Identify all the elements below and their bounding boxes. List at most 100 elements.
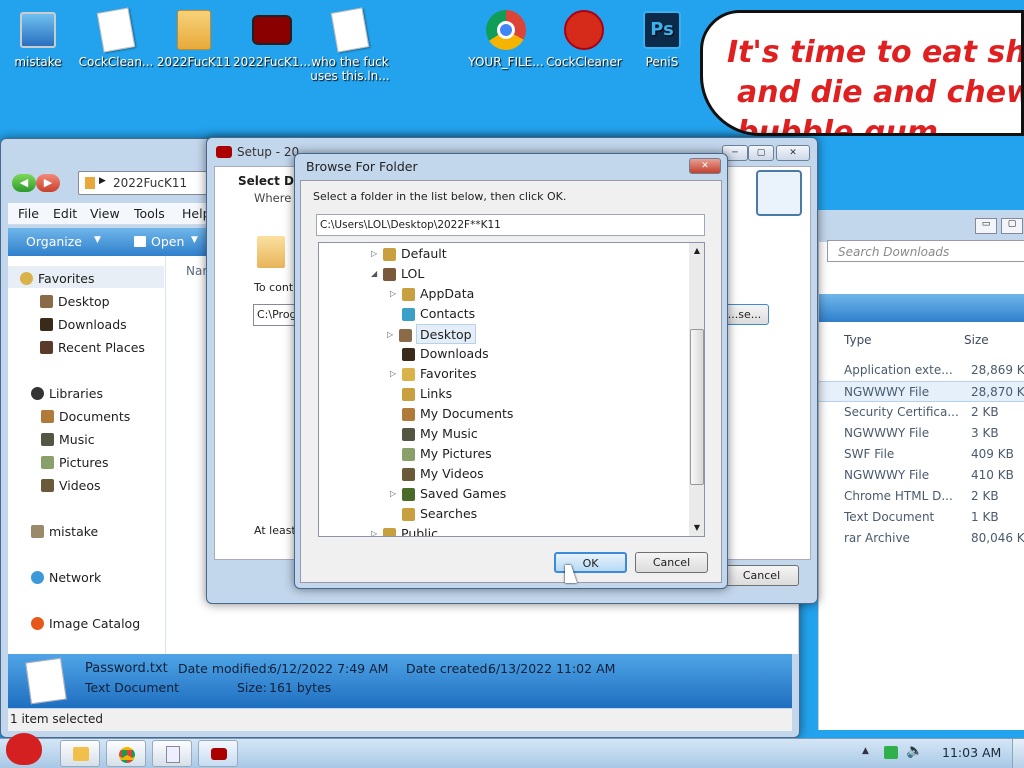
nav-documents[interactable]: Documents — [41, 409, 130, 424]
scroll-thumb[interactable] — [690, 329, 704, 485]
devil-icon — [211, 748, 227, 760]
tree-item-saved-games[interactable]: ▷ Saved Games — [390, 484, 506, 504]
organize-button[interactable]: Organize — [26, 234, 82, 249]
tree-item-my-documents[interactable]: My Documents — [402, 404, 513, 424]
nav-pictures[interactable]: Pictures — [41, 455, 109, 470]
tree-item-downloads[interactable]: Downloads — [402, 344, 489, 364]
nav-libraries[interactable]: Libraries — [31, 386, 103, 401]
tree-item-my-pictures[interactable]: My Pictures — [402, 444, 492, 464]
box-install-icon — [756, 170, 802, 216]
table-row[interactable]: NGWWWY File 410 KB — [819, 465, 1024, 486]
setup-maximize-button[interactable]: ▢ — [748, 145, 774, 161]
browse-close-button[interactable]: ✕ — [689, 158, 721, 174]
menu-edit[interactable]: Edit — [53, 206, 77, 221]
tray-expand-icon[interactable]: ▲ — [862, 746, 869, 756]
desktop-icon-item[interactable]: Ps PeniS — [622, 8, 702, 69]
browse-instruction: Select a folder in the list below, then … — [313, 190, 567, 203]
expand-arrow-icon[interactable]: ▷ — [390, 284, 400, 304]
nav-videos[interactable]: Videos — [41, 478, 101, 493]
menu-view[interactable]: View — [90, 206, 120, 221]
tree-item-appdata[interactable]: ▷ AppData — [390, 284, 474, 304]
back-button[interactable]: ◀ — [12, 174, 36, 192]
setup-cancel-button[interactable]: Cancel — [724, 565, 799, 586]
nav-music[interactable]: Music — [41, 432, 95, 447]
volume-tray-icon[interactable]: 🔈 — [906, 743, 923, 759]
desktop-icon-item[interactable]: who the fuck uses this.ln... — [310, 7, 390, 83]
nav-downloads[interactable]: Downloads — [40, 317, 127, 332]
expand-arrow-icon[interactable]: ▷ — [390, 484, 400, 504]
size-column-header[interactable]: Size — [964, 333, 989, 347]
tree-item-searches[interactable]: Searches — [402, 504, 477, 524]
tree-scrollbar[interactable]: ▲ ▼ — [689, 243, 704, 536]
nav-favorites[interactable]: Favorites — [20, 271, 94, 286]
photoshop-icon: Ps — [642, 8, 682, 52]
desktop-icon-item[interactable]: mistake — [0, 8, 78, 69]
size-value: 161 bytes — [269, 680, 332, 695]
expand-arrow-icon[interactable]: ▷ — [390, 364, 400, 384]
desktop-icon-item[interactable]: 2022FucK11 — [154, 8, 234, 69]
desktop-icon-item[interactable]: 2022FucK1... — [232, 8, 312, 69]
forward-button[interactable]: ▶ — [36, 174, 60, 192]
show-desktop-button[interactable] — [1012, 739, 1024, 768]
scroll-down-arrow[interactable]: ▼ — [689, 520, 704, 536]
expand-arrow-icon[interactable]: ▷ — [387, 325, 397, 345]
tree-item-desktop[interactable]: ▷ Desktop — [387, 324, 476, 344]
taskbar-clock[interactable]: 11:03 AM — [942, 745, 1001, 760]
open-button[interactable]: Open — [151, 234, 184, 249]
tree-item-default[interactable]: ▷ Default — [371, 244, 447, 264]
setup-title: Setup - 20 — [237, 145, 300, 159]
address-field[interactable]: ▶ 2022FucK11 — [78, 171, 218, 195]
table-row[interactable]: Text Document 1 KB — [819, 507, 1024, 528]
row-type: Text Document — [844, 510, 935, 524]
meme-line-1: It's time to eat shit — [727, 35, 1024, 70]
table-row[interactable]: Chrome HTML D... 2 KB — [819, 486, 1024, 507]
taskbar-notepad[interactable] — [152, 740, 192, 767]
type-column-header[interactable]: Type — [844, 333, 872, 347]
cancel-button[interactable]: Cancel — [635, 552, 708, 573]
nav-recent-places[interactable]: Recent Places — [40, 340, 145, 355]
tree-item-label: Public — [401, 526, 438, 537]
setup-app-icon — [216, 146, 232, 158]
tree-item-favorites[interactable]: ▷ Favorites — [390, 364, 476, 384]
network-tray-icon[interactable] — [884, 746, 898, 759]
tree-item-my-music[interactable]: My Music — [402, 424, 478, 444]
nav-image-catalog[interactable]: Image Catalog — [31, 616, 140, 631]
desktop-icon-item[interactable]: CockCleaner — [544, 8, 624, 69]
taskbar-explorer[interactable] — [60, 740, 100, 767]
tree-item-contacts[interactable]: Contacts — [402, 304, 475, 324]
taskbar-setup[interactable] — [198, 740, 238, 767]
setup-path-text: C:\Prog — [257, 308, 297, 321]
table-row[interactable]: NGWWWY File 28,870 KB — [819, 381, 1024, 402]
folder-icon — [402, 408, 415, 421]
row-size: 28,870 KB — [971, 385, 1024, 399]
desktop-icon-item[interactable]: YOUR_FILE... — [466, 8, 546, 69]
table-row[interactable]: Application exte... 28,869 KB — [819, 360, 1024, 381]
start-button[interactable] — [2, 731, 48, 768]
tree-item-public[interactable]: ▷ Public — [371, 524, 438, 537]
collapse-arrow-icon[interactable]: ◢ — [371, 264, 381, 284]
expand-arrow-icon[interactable]: ▷ — [371, 524, 381, 536]
table-row[interactable]: NGWWWY File 3 KB — [819, 423, 1024, 444]
tree-item-links[interactable]: Links — [402, 384, 452, 404]
browse-path-text: C:\Users\LOL\Desktop\2022F**K11 — [320, 219, 501, 231]
setup-close-button[interactable]: ✕ — [776, 145, 810, 161]
nav-network[interactable]: Network — [31, 570, 101, 585]
expand-arrow-icon[interactable]: ▷ — [371, 244, 381, 264]
nav-mistake[interactable]: mistake — [31, 524, 98, 539]
tree-item-my-videos[interactable]: My Videos — [402, 464, 484, 484]
maximize-button[interactable]: ▢ — [1001, 218, 1023, 234]
nav-desktop[interactable]: Desktop — [40, 294, 110, 309]
taskbar-chrome[interactable] — [106, 740, 146, 767]
menu-tools[interactable]: Tools — [134, 206, 165, 221]
desktop-icon-item[interactable]: CockClean... — [76, 7, 156, 69]
minimize-button[interactable]: ▭ — [975, 218, 997, 234]
table-row[interactable]: rar Archive 80,046 KB — [819, 528, 1024, 549]
browse-path-field[interactable]: C:\Users\LOL\Desktop\2022F**K11 — [316, 214, 705, 236]
scroll-up-arrow[interactable]: ▲ — [689, 243, 704, 259]
tree-item-lol[interactable]: ◢ LOL — [371, 264, 424, 284]
search-downloads-input[interactable]: Search Downloads — [827, 240, 1024, 262]
folder-tree[interactable]: ▷ Default ◢ LOL ▷ AppData Contacts ▷ Desktop Down… — [318, 242, 705, 537]
table-row[interactable]: Security Certifica... 2 KB — [819, 402, 1024, 423]
table-row[interactable]: SWF File 409 KB — [819, 444, 1024, 465]
menu-file[interactable]: File — [18, 206, 39, 221]
